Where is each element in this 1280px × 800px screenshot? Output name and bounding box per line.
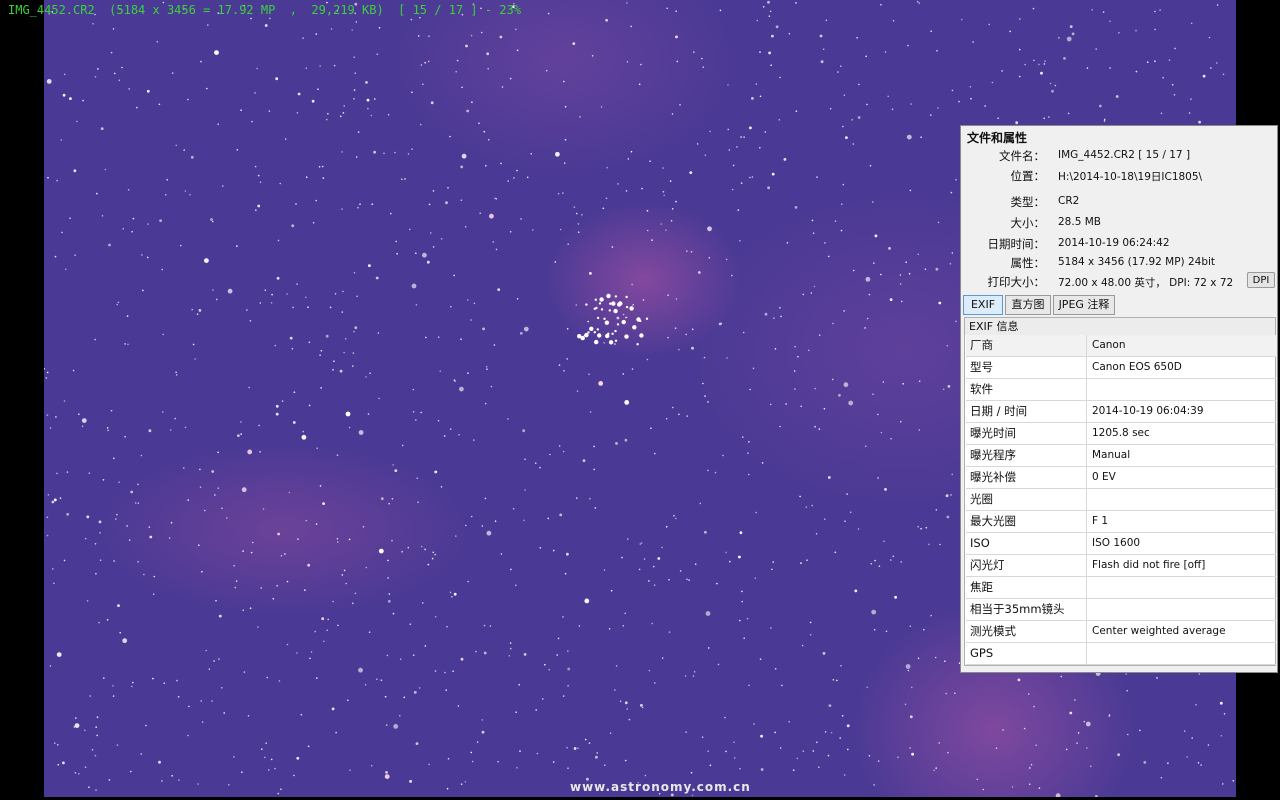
exif-key: 软件 xyxy=(966,379,1087,400)
exif-key: 焦距 xyxy=(966,577,1087,598)
prop-row-type: 类型： CR2 xyxy=(961,194,1277,212)
exif-row[interactable]: 软件 xyxy=(966,379,1276,401)
exif-row[interactable]: 相当于35mm镜头 xyxy=(966,599,1276,621)
watermark: www.astronomy.com.cn xyxy=(570,780,751,794)
exif-key: 厂商 xyxy=(966,335,1087,356)
prop-value: 2014-10-19 06:24:42 xyxy=(1058,237,1170,249)
exif-value: F 1 xyxy=(1092,515,1109,527)
exif-value: Canon EOS 650D xyxy=(1092,361,1182,373)
prop-row-attributes: 属性： 5184 x 3456 (17.92 MP) 24bit xyxy=(961,255,1277,273)
exif-row[interactable]: 型号 Canon EOS 650D xyxy=(966,357,1276,379)
prop-label: 类型： xyxy=(1010,195,1046,209)
exif-value: Canon xyxy=(1092,339,1126,351)
tab-exif[interactable]: EXIF xyxy=(963,295,1003,315)
prop-value: CR2 xyxy=(1058,195,1080,207)
exif-key: 测光模式 xyxy=(966,621,1087,642)
prop-value: H:\2014-10-18\19日IC1805\ xyxy=(1058,171,1203,183)
exif-row[interactable]: 日期 / 时间 2014-10-19 06:04:39 xyxy=(966,401,1276,423)
prop-row-location: 位置： H:\2014-10-18\19日IC1805\ xyxy=(961,168,1277,186)
prop-label: 位置： xyxy=(1010,169,1046,183)
exif-key: 曝光程序 xyxy=(966,445,1087,466)
dpi-button[interactable]: DPI xyxy=(1247,272,1275,288)
prop-value: IMG_4452.CR2 [ 15 / 17 ] xyxy=(1058,149,1191,161)
prop-row-size: 大小： 28.5 MB xyxy=(961,215,1277,233)
prop-value: 5184 x 3456 (17.92 MP) 24bit xyxy=(1058,256,1216,268)
panel-title: 文件和属性 xyxy=(967,131,1028,145)
exif-row[interactable]: 厂商 Canon xyxy=(966,335,1276,357)
exif-row[interactable]: 最大光圈 F 1 xyxy=(966,511,1276,533)
prop-row-print-size: 打印大小： 72.00 x 48.00 英寸， DPI: 72 x 72 xyxy=(961,274,1277,292)
exif-key: 闪光灯 xyxy=(966,555,1087,576)
prop-value: 72.00 x 48.00 英寸， DPI: 72 x 72 xyxy=(1058,277,1234,289)
exif-value: 2014-10-19 06:04:39 xyxy=(1092,405,1204,417)
exif-row[interactable]: 闪光灯 Flash did not fire [off] xyxy=(966,555,1276,577)
prop-label: 大小： xyxy=(1010,216,1046,230)
exif-row[interactable]: ISO ISO 1600 xyxy=(966,533,1276,555)
exif-key: 日期 / 时间 xyxy=(966,401,1087,422)
prop-row-filename: 文件名： IMG_4452.CR2 [ 15 / 17 ] xyxy=(961,148,1277,166)
exif-key: 相当于35mm镜头 xyxy=(966,599,1087,620)
exif-key: 型号 xyxy=(966,357,1087,378)
exif-key: 光圈 xyxy=(966,489,1087,510)
tab-histogram[interactable]: 直方图 xyxy=(1005,295,1051,315)
exif-key: 曝光补偿 xyxy=(966,467,1087,488)
exif-row[interactable]: 焦距 xyxy=(966,577,1276,599)
exif-value: Flash did not fire [off] xyxy=(1092,559,1206,571)
exif-row[interactable]: 测光模式 Center weighted average xyxy=(966,621,1276,643)
exif-key: 曝光时间 xyxy=(966,423,1087,444)
exif-key: 最大光圈 xyxy=(966,511,1087,532)
viewer-title-bar: IMG_4452.CR2 (5184 x 3456 = 17.92 MP , 2… xyxy=(8,3,521,17)
exif-value: ISO 1600 xyxy=(1092,537,1141,549)
exif-key: ISO xyxy=(966,533,1087,554)
prop-value: 28.5 MB xyxy=(1058,216,1101,228)
prop-row-datetime: 日期时间： 2014-10-19 06:24:42 xyxy=(961,236,1277,254)
exif-row[interactable]: 曝光补偿 0 EV xyxy=(966,467,1276,489)
prop-label: 文件名： xyxy=(999,149,1045,163)
tab-jpeg-comment[interactable]: JPEG 注释 xyxy=(1053,295,1115,315)
prop-label: 属性： xyxy=(1010,256,1046,270)
exif-row[interactable]: GPS xyxy=(966,643,1276,665)
exif-value: 1205.8 sec xyxy=(1092,427,1150,439)
exif-row[interactable]: 光圈 xyxy=(966,489,1276,511)
exif-heading: EXIF 信息 xyxy=(965,318,1275,335)
exif-row[interactable]: 曝光程序 Manual xyxy=(966,445,1276,467)
exif-value: Center weighted average xyxy=(1092,625,1226,637)
prop-label: 打印大小： xyxy=(987,275,1046,289)
prop-label: 日期时间： xyxy=(987,237,1046,251)
exif-key: GPS xyxy=(966,643,1087,664)
exif-value: Manual xyxy=(1092,449,1131,461)
exif-info-box: EXIF 信息 厂商 Canon 型号 Canon EOS 650D 软件 日期… xyxy=(964,317,1276,666)
file-properties-panel: 文件和属性 文件名： IMG_4452.CR2 [ 15 / 17 ] 位置： … xyxy=(960,125,1278,673)
exif-row[interactable]: 曝光时间 1205.8 sec xyxy=(966,423,1276,445)
exif-value: 0 EV xyxy=(1092,471,1116,483)
